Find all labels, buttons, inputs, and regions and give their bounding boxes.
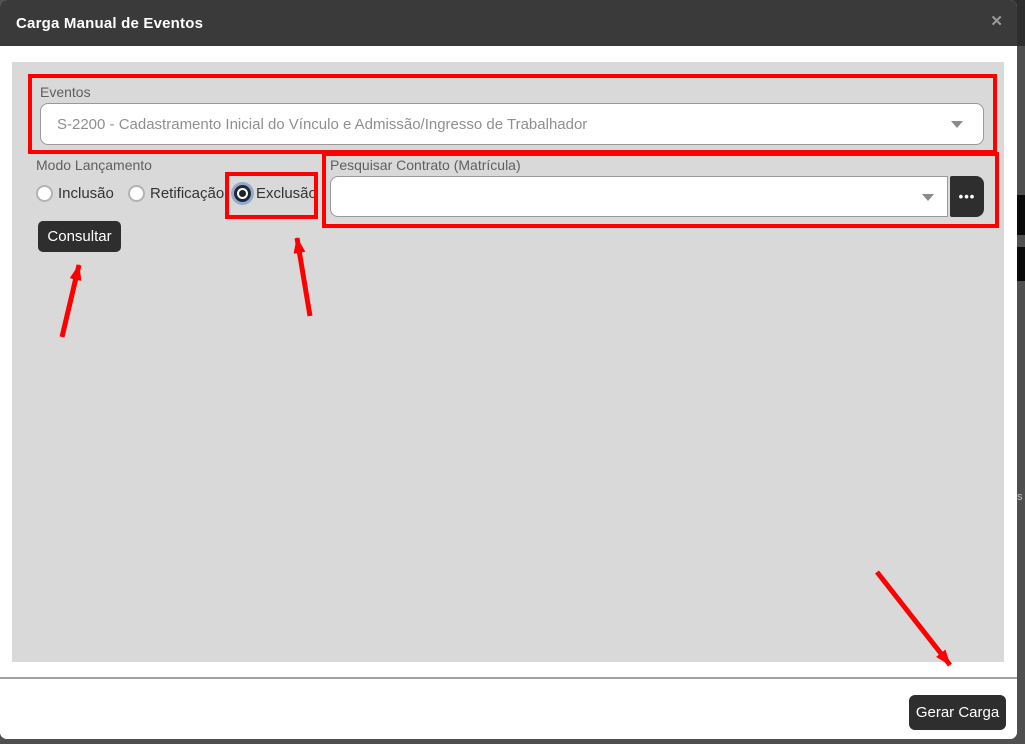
close-icon[interactable]: ✕ xyxy=(990,14,1003,29)
pesquisar-contrato-label: Pesquisar Contrato (Matrícula) xyxy=(330,157,521,173)
radio-exclusao[interactable]: Exclusão xyxy=(234,185,317,202)
radio-circle-icon xyxy=(234,185,251,202)
consultar-button[interactable]: Consultar xyxy=(38,221,121,252)
backdrop-content-block xyxy=(1017,247,1025,281)
radio-circle-icon xyxy=(128,185,145,202)
modal-footer: Gerar Carga xyxy=(0,677,1017,739)
radio-retificacao[interactable]: Retificação xyxy=(128,185,224,202)
backdrop-partial-text: s xyxy=(1017,491,1023,503)
carga-manual-modal: Carga Manual de Eventos ✕ Eventos S-2200… xyxy=(0,0,1017,739)
chevron-down-icon xyxy=(951,121,963,128)
backdrop-content-block xyxy=(1017,195,1025,235)
modal-header: Carga Manual de Eventos ✕ xyxy=(0,0,1017,46)
gerar-carga-button[interactable]: Gerar Carga xyxy=(909,695,1006,730)
form-panel xyxy=(12,62,1004,662)
eventos-label: Eventos xyxy=(40,84,91,100)
radio-label: Inclusão xyxy=(53,185,114,202)
modo-lancamento-label: Modo Lançamento xyxy=(36,157,152,173)
pesquisar-contrato-combobox xyxy=(330,176,948,217)
pesquisar-contrato-input[interactable] xyxy=(330,176,948,217)
eventos-select[interactable]: S-2200 - Cadastramento Inicial do Víncul… xyxy=(40,103,984,145)
radio-label: Retificação xyxy=(145,185,224,202)
radio-circle-icon xyxy=(36,185,53,202)
more-options-button[interactable]: ••• xyxy=(950,176,984,217)
radio-inclusao[interactable]: Inclusão xyxy=(36,185,114,202)
eventos-selected-value: S-2200 - Cadastramento Inicial do Víncul… xyxy=(41,116,587,133)
screen: s Carga Manual de Eventos ✕ Eventos S-22… xyxy=(0,0,1025,744)
chevron-down-icon xyxy=(922,194,934,201)
modal-title: Carga Manual de Eventos xyxy=(0,15,203,32)
radio-label: Exclusão xyxy=(251,185,317,202)
